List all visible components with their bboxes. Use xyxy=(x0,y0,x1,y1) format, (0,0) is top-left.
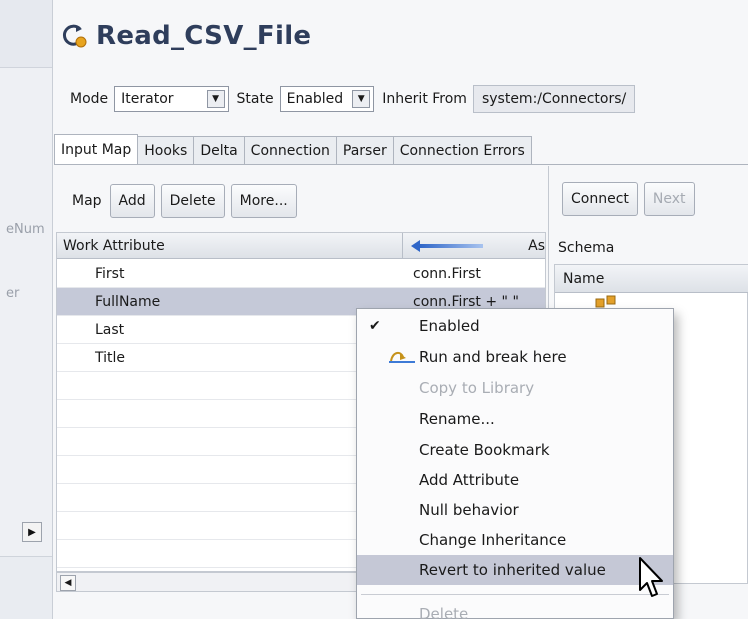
menu-item-add-attribute[interactable]: Add Attribute xyxy=(357,465,673,495)
tab-parser[interactable]: Parser xyxy=(335,136,394,164)
table-row[interactable]: First conn.First xyxy=(57,260,545,288)
more-button[interactable]: More... xyxy=(230,184,297,218)
next-button[interactable]: Next xyxy=(643,182,695,216)
connector-refresh-icon xyxy=(62,24,87,48)
schema-toolbar: Connect Next xyxy=(562,182,695,216)
ghost-label: er xyxy=(6,286,20,301)
work-attribute-cell: FullName xyxy=(95,293,161,310)
work-attribute-cell: First xyxy=(95,265,125,282)
scroll-right-icon[interactable]: ▶ xyxy=(22,522,42,542)
menu-separator xyxy=(361,594,669,595)
context-menu: ✔ Enabled Run and break here Copy to Lib… xyxy=(356,308,674,619)
state-select[interactable]: Enabled ▼ xyxy=(279,86,375,112)
tab-delta[interactable]: Delta xyxy=(193,136,245,164)
delete-button[interactable]: Delete xyxy=(160,184,225,218)
menu-item-change-inheritance[interactable]: Change Inheritance xyxy=(357,525,673,555)
chevron-down-icon[interactable]: ▼ xyxy=(352,90,371,108)
menu-item-label: Enabled xyxy=(419,317,480,335)
left-panel-header xyxy=(0,0,52,68)
inherit-from-field[interactable]: system:/Connectors/ xyxy=(472,85,636,113)
inherit-label: Inherit From xyxy=(382,91,467,107)
column-header-work-attribute[interactable]: Work Attribute xyxy=(57,233,403,259)
menu-item-label: Revert to inherited value xyxy=(419,561,606,579)
add-button[interactable]: Add xyxy=(109,184,155,218)
state-value: Enabled xyxy=(286,91,344,107)
left-panel-footer xyxy=(0,556,52,619)
state-label: State xyxy=(236,91,274,107)
menu-item-label: Change Inheritance xyxy=(419,531,567,549)
map-toolbar: Map Add Delete More... xyxy=(62,182,297,220)
config-row: Mode Iterator ▼ State Enabled ▼ Inherit … xyxy=(70,84,636,114)
mode-label: Mode xyxy=(70,91,109,107)
tab-bar: Input Map Hooks Delta Connection Parser … xyxy=(54,134,532,164)
map-label: Map xyxy=(72,193,102,209)
run-break-icon xyxy=(389,351,415,363)
tab-connection[interactable]: Connection xyxy=(243,136,337,164)
menu-item-label: Run and break here xyxy=(419,348,567,366)
arrow-left-icon xyxy=(411,239,483,252)
mode-value: Iterator xyxy=(121,91,174,107)
ghost-label: eNum xyxy=(6,222,45,237)
tab-connection-errors[interactable]: Connection Errors xyxy=(392,136,532,164)
page-title: Read_CSV_File xyxy=(96,21,312,51)
menu-item-label: Rename... xyxy=(419,410,495,428)
menu-item-rename[interactable]: Rename... xyxy=(357,404,673,434)
column-header-as: As xyxy=(528,237,545,254)
tab-divider xyxy=(54,164,748,165)
checkmark-icon: ✔ xyxy=(369,318,381,334)
table-header: Work Attribute As xyxy=(57,233,545,259)
tree-node-icon xyxy=(595,295,616,308)
schema-label: Schema xyxy=(558,240,615,256)
column-header-assignment[interactable]: As xyxy=(403,233,545,259)
mode-select[interactable]: Iterator ▼ xyxy=(114,86,229,112)
menu-item-label: Delete xyxy=(419,605,469,619)
work-attribute-cell: Title xyxy=(95,349,126,366)
menu-item-enabled[interactable]: ✔ Enabled xyxy=(357,311,673,341)
scroll-left-icon[interactable]: ◀ xyxy=(60,575,76,591)
tab-input-map[interactable]: Input Map xyxy=(54,134,139,164)
chevron-down-icon[interactable]: ▼ xyxy=(206,90,225,108)
menu-item-label: Add Attribute xyxy=(419,471,520,489)
column-header-name[interactable]: Name xyxy=(555,265,748,293)
assignment-cell: conn.First xyxy=(413,265,481,282)
mouse-pointer-icon xyxy=(639,557,663,597)
menu-item-create-bookmark[interactable]: Create Bookmark xyxy=(357,435,673,465)
menu-item-label: Null behavior xyxy=(419,501,519,519)
menu-item-copy-to-library[interactable]: Copy to Library xyxy=(357,373,673,403)
menu-item-label: Copy to Library xyxy=(419,379,535,397)
connect-button[interactable]: Connect xyxy=(562,182,638,216)
menu-item-label: Create Bookmark xyxy=(419,441,550,459)
editor-title: Read_CSV_File xyxy=(62,16,311,56)
menu-item-delete[interactable]: Delete xyxy=(357,599,673,619)
work-attribute-cell: Last xyxy=(95,321,125,338)
tab-hooks[interactable]: Hooks xyxy=(137,136,195,164)
menu-item-revert-to-inherited[interactable]: Revert to inherited value xyxy=(357,555,673,585)
menu-item-null-behavior[interactable]: Null behavior xyxy=(357,495,673,525)
menu-item-run-and-break[interactable]: Run and break here xyxy=(357,342,673,372)
